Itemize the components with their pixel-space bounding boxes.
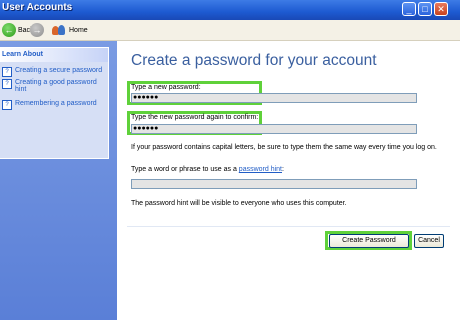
page-title: Create a password for your account bbox=[131, 52, 377, 69]
separator bbox=[127, 226, 450, 227]
password-hint-link[interactable]: password hint bbox=[239, 166, 282, 173]
maximize-button[interactable]: □ bbox=[418, 2, 432, 16]
forward-arrow-icon: → bbox=[30, 23, 44, 37]
hint-prompt-suffix: : bbox=[282, 166, 284, 173]
close-button[interactable]: ✕ bbox=[434, 2, 448, 16]
help-icon: ? bbox=[2, 100, 12, 110]
sidebar-link-label: Remembering a password bbox=[15, 100, 97, 107]
main-content: Create a password for your account Type … bbox=[117, 41, 460, 320]
sidebar-link-secure-password[interactable]: ? Creating a secure password bbox=[2, 67, 102, 77]
sidebar-link-remembering[interactable]: ? Remembering a password bbox=[2, 100, 97, 110]
sidebar-link-label: Creating a good password hint bbox=[15, 79, 97, 93]
home-button[interactable]: Home bbox=[52, 22, 88, 38]
forward-button[interactable]: → bbox=[30, 22, 46, 38]
capital-letters-note: If your password contains capital letter… bbox=[131, 144, 437, 151]
new-password-field[interactable]: ●●●●●● bbox=[131, 93, 417, 103]
navigation-bar: ← Back → Home bbox=[0, 20, 460, 41]
title-bar: User Accounts _ □ ✕ bbox=[0, 0, 460, 20]
hint-prompt: Type a word or phrase to use as a passwo… bbox=[131, 166, 284, 173]
confirm-password-field[interactable]: ●●●●●● bbox=[131, 124, 417, 134]
minimize-button[interactable]: _ bbox=[402, 2, 416, 16]
hint-visibility-note: The password hint will be visible to eve… bbox=[131, 200, 347, 207]
window-title: User Accounts bbox=[2, 2, 73, 13]
hint-prompt-prefix: Type a word or phrase to use as a bbox=[131, 166, 239, 173]
back-arrow-icon: ← bbox=[2, 23, 16, 37]
new-password-label: Type a new password: bbox=[131, 84, 201, 91]
home-label: Home bbox=[69, 26, 88, 34]
help-icon: ? bbox=[2, 79, 12, 89]
back-button[interactable]: ← Back bbox=[2, 22, 34, 38]
create-password-button[interactable]: Create Password bbox=[329, 234, 409, 248]
cancel-button[interactable]: Cancel bbox=[414, 234, 444, 248]
help-icon: ? bbox=[2, 67, 12, 77]
sidebar-link-good-hint[interactable]: ? Creating a good password hint bbox=[2, 79, 102, 93]
sidebar-link-label: Creating a secure password bbox=[15, 67, 103, 74]
learn-about-panel: Learn About ? Creating a secure password… bbox=[0, 47, 109, 159]
password-hint-field[interactable] bbox=[131, 179, 417, 189]
home-icon bbox=[52, 24, 66, 36]
confirm-password-label: Type the new password again to confirm: bbox=[131, 114, 259, 121]
learn-about-heading: Learn About bbox=[0, 48, 108, 62]
sidebar: Learn About ? Creating a secure password… bbox=[0, 41, 117, 320]
